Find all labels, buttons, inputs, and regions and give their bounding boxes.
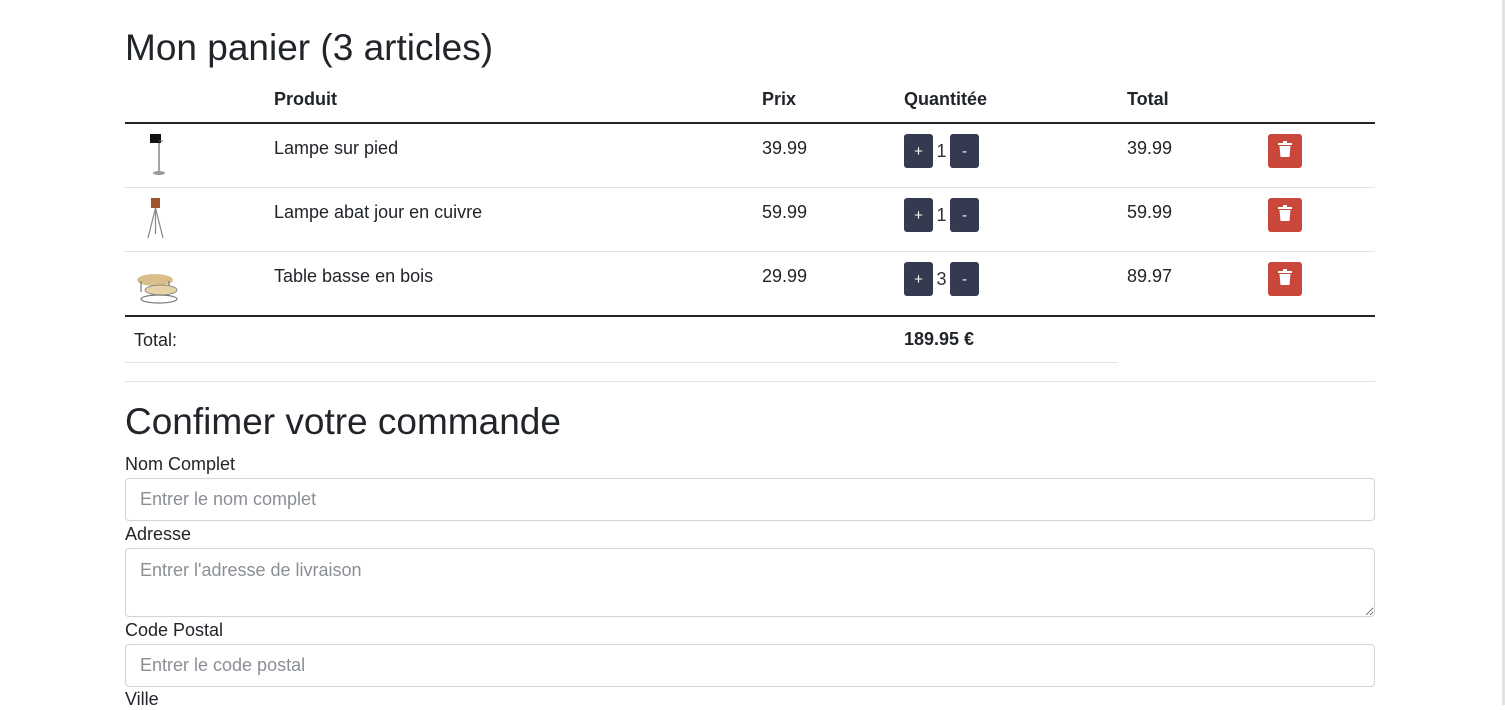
increase-quantity-button[interactable]: + bbox=[904, 198, 933, 232]
product-name: Table basse en bois bbox=[274, 266, 434, 286]
line-total: 59.99 bbox=[1127, 202, 1173, 222]
total-value: 189.95 € bbox=[904, 329, 975, 349]
trash-icon bbox=[1278, 268, 1292, 290]
confirm-order-title: Confimer votre commande bbox=[125, 401, 561, 442]
product-price: 39.99 bbox=[762, 138, 808, 158]
section-divider bbox=[125, 381, 1375, 382]
line-total: 89.97 bbox=[1127, 266, 1173, 286]
header-quantity: Quantitée bbox=[904, 89, 988, 109]
product-price: 59.99 bbox=[762, 202, 808, 222]
cart-total-row: Total: 189.95 € bbox=[125, 317, 1118, 363]
quantity-value: 3 bbox=[936, 268, 947, 289]
delete-item-button[interactable] bbox=[1268, 134, 1302, 168]
full-name-field[interactable] bbox=[125, 478, 1375, 521]
floor-lamp-image bbox=[133, 132, 181, 180]
header-total: Total bbox=[1127, 89, 1169, 109]
postal-code-field[interactable] bbox=[125, 644, 1375, 687]
total-label: Total: bbox=[134, 330, 178, 350]
address-field[interactable] bbox=[125, 548, 1375, 617]
quantity-value: 1 bbox=[936, 140, 947, 161]
cart-table: Produit Prix Quantitée Total Lampe sur p… bbox=[125, 80, 1375, 317]
trash-icon bbox=[1278, 140, 1292, 162]
cart-row: Table basse en bois 29.99 + 3 - 89.97 bbox=[125, 252, 1375, 317]
decrease-quantity-button[interactable]: - bbox=[950, 134, 979, 168]
full-name-label: Nom Complet bbox=[125, 454, 236, 474]
header-product: Produit bbox=[274, 89, 337, 109]
coffee-table-image bbox=[133, 260, 181, 308]
quantity-value: 1 bbox=[936, 204, 947, 225]
address-label: Adresse bbox=[125, 524, 192, 544]
quantity-stepper: + 3 - bbox=[904, 262, 979, 296]
quantity-stepper: + 1 - bbox=[904, 134, 979, 168]
cart-row: Lampe abat jour en cuivre 59.99 + 1 - 59… bbox=[125, 188, 1375, 252]
tripod-lamp-image bbox=[133, 196, 181, 244]
quantity-stepper: + 1 - bbox=[904, 198, 979, 232]
decrease-quantity-button[interactable]: - bbox=[950, 262, 979, 296]
increase-quantity-button[interactable]: + bbox=[904, 262, 933, 296]
postal-code-label: Code Postal bbox=[125, 620, 224, 640]
header-price: Prix bbox=[762, 89, 797, 109]
city-label: Ville bbox=[125, 689, 159, 709]
product-name: Lampe sur pied bbox=[274, 138, 399, 158]
increase-quantity-button[interactable]: + bbox=[904, 134, 933, 168]
cart-title: Mon panier (3 articles) bbox=[125, 27, 494, 68]
cart-table-header: Produit Prix Quantitée Total bbox=[125, 80, 1375, 124]
cart-row: Lampe sur pied 39.99 + 1 - 39.99 bbox=[125, 124, 1375, 188]
decrease-quantity-button[interactable]: - bbox=[950, 198, 979, 232]
product-name: Lampe abat jour en cuivre bbox=[274, 202, 483, 222]
product-price: 29.99 bbox=[762, 266, 808, 286]
delete-item-button[interactable] bbox=[1268, 198, 1302, 232]
trash-icon bbox=[1278, 204, 1292, 226]
delete-item-button[interactable] bbox=[1268, 262, 1302, 296]
line-total: 39.99 bbox=[1127, 138, 1173, 158]
